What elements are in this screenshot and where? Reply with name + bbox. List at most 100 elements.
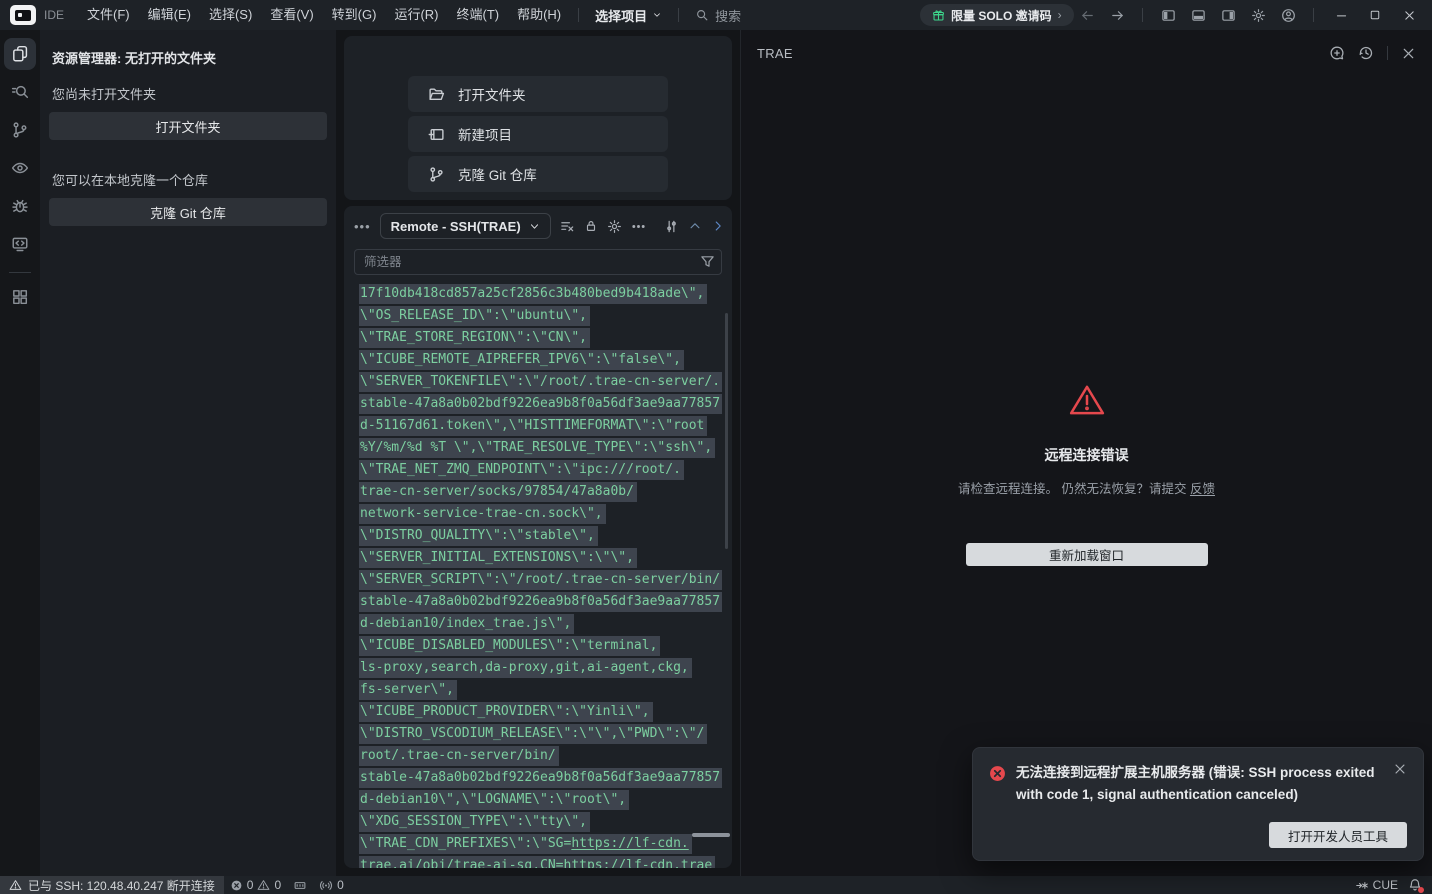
notification-close-button[interactable]	[1393, 762, 1407, 806]
folder-plus-icon	[428, 126, 445, 143]
cue-icon	[1355, 879, 1369, 892]
project-selector[interactable]: 选择项目	[587, 6, 670, 25]
feedback-link[interactable]: 反馈	[1190, 482, 1215, 496]
app-logo[interactable]	[10, 5, 36, 25]
gift-icon	[932, 9, 945, 22]
overflow-menu-icon[interactable]: •••	[354, 219, 371, 234]
collapse-panel-button[interactable]	[688, 216, 702, 236]
account-icon	[1281, 8, 1296, 23]
open-folder-button[interactable]: 打开文件夹	[49, 112, 327, 140]
remote-target-value: Remote - SSH(TRAE)	[391, 219, 521, 234]
clone-repo-button[interactable]: 克隆 Git 仓库	[49, 198, 327, 226]
solo-invite-label: 限量 SOLO 邀请码	[951, 7, 1052, 24]
titlebar-divider	[578, 8, 579, 22]
activity-explorer[interactable]	[4, 38, 36, 70]
eye-icon	[11, 159, 29, 177]
error-description: 请检查远程连接。 仍然无法恢复？请提交 反馈	[958, 478, 1215, 497]
nav-forward-button[interactable]	[1104, 3, 1130, 27]
solo-invite-badge[interactable]: 限量 SOLO 邀请码 ›	[920, 4, 1074, 26]
problems-indicator[interactable]: 0 0	[224, 876, 287, 894]
activity-divider	[9, 272, 31, 273]
activity-debug[interactable]	[4, 190, 36, 222]
arrow-right-icon	[1110, 8, 1125, 23]
menu-select[interactable]: 选择(S)	[200, 4, 261, 26]
titlebar-divider	[678, 8, 679, 22]
terminal-output[interactable]: 17f10db418cd857a25cf2856c3b480bed9b418ad…	[359, 283, 722, 868]
funnel-icon[interactable]	[700, 254, 715, 269]
clear-output-button[interactable]	[560, 216, 575, 236]
menu-help[interactable]: 帮助(H)	[508, 4, 570, 26]
error-circle-icon	[989, 765, 1006, 782]
welcome-open-folder-button[interactable]: 打开文件夹	[408, 76, 668, 112]
reload-window-button[interactable]: 重新加载窗口	[966, 543, 1208, 566]
broadcast-icon	[319, 879, 333, 892]
welcome-new-project-label: 新建项目	[458, 124, 512, 144]
close-icon	[1401, 46, 1416, 61]
trae-header: TRAE	[741, 30, 1432, 76]
more-actions-button[interactable]	[631, 216, 646, 236]
welcome-clone-git-button[interactable]: 克隆 Git 仓库	[408, 156, 668, 192]
remote-target-dropdown[interactable]: Remote - SSH(TRAE)	[380, 213, 551, 239]
activity-preview[interactable]	[4, 152, 36, 184]
toggle-bottom-panel-button[interactable]	[1185, 3, 1211, 27]
expand-right-button[interactable]	[711, 216, 725, 236]
search-label: 搜索	[715, 6, 741, 25]
notifications-bell-button[interactable]	[1408, 878, 1422, 892]
window-close-button[interactable]	[1394, 2, 1424, 28]
account-button[interactable]	[1275, 3, 1301, 27]
layout-bottom-icon	[1191, 8, 1206, 23]
new-chat-button[interactable]	[1329, 45, 1345, 61]
filter-field	[354, 249, 722, 275]
menu-view[interactable]: 查看(V)	[261, 4, 322, 26]
notification-actions: 打开开发人员工具	[989, 822, 1407, 848]
notification-body: 无法连接到远程扩展主机服务器 (错误: SSH process exited w…	[989, 762, 1407, 806]
horizontal-scrollbar[interactable]	[692, 833, 730, 837]
app-window: IDE 文件(F) 编辑(E) 选择(S) 查看(V) 转到(G) 运行(R) …	[0, 0, 1432, 894]
git-branch-icon	[428, 166, 445, 183]
global-search[interactable]: 搜索	[687, 6, 749, 25]
lock-scroll-button[interactable]	[584, 216, 598, 236]
ellipsis-icon	[631, 219, 646, 234]
toggle-right-sidebar-button[interactable]	[1215, 3, 1241, 27]
activity-remote-explorer[interactable]	[4, 228, 36, 260]
settings-button[interactable]	[1245, 3, 1271, 27]
activity-source-control[interactable]	[4, 114, 36, 146]
menu-edit[interactable]: 编辑(E)	[139, 4, 200, 26]
activity-search[interactable]	[4, 76, 36, 108]
filter-input[interactable]	[354, 249, 722, 275]
ports-indicator[interactable]	[287, 876, 313, 894]
menu-terminal[interactable]: 终端(T)	[447, 4, 508, 26]
search-filter-icon	[11, 83, 29, 101]
folder-open-icon	[428, 86, 445, 103]
welcome-new-project-button[interactable]: 新建项目	[408, 116, 668, 152]
ports-icon	[293, 879, 307, 892]
window-minimize-button[interactable]	[1326, 2, 1356, 28]
broadcast-indicator[interactable]: 0	[313, 876, 350, 894]
menu-file[interactable]: 文件(F)	[78, 4, 139, 26]
notification-message: 无法连接到远程扩展主机服务器 (错误: SSH process exited w…	[1016, 762, 1376, 806]
activity-extensions[interactable]	[4, 281, 36, 313]
error-desc-text: 请检查远程连接。 仍然无法恢复？请提交	[958, 482, 1190, 496]
project-selector-label: 选择项目	[595, 6, 647, 25]
trae-close-button[interactable]	[1401, 46, 1416, 61]
titlebar: IDE 文件(F) 编辑(E) 选择(S) 查看(V) 转到(G) 运行(R) …	[0, 0, 1432, 30]
toggle-left-sidebar-button[interactable]	[1155, 3, 1181, 27]
layout-left-icon	[1161, 8, 1176, 23]
output-settings-button[interactable]	[607, 216, 622, 236]
menu-goto[interactable]: 转到(G)	[323, 4, 386, 26]
chat-history-button[interactable]	[1358, 45, 1374, 61]
window-maximize-button[interactable]	[1360, 2, 1390, 28]
nav-back-button[interactable]	[1074, 3, 1100, 27]
notification-badge	[1418, 887, 1424, 893]
sliders-icon	[664, 219, 679, 234]
remote-status-indicator[interactable]: 已与 SSH: 120.48.40.247 断开连接	[0, 876, 224, 894]
error-count: 0	[247, 878, 254, 892]
remote-output-card: ••• Remote - SSH(TRAE) 17f10db418cd857a2…	[344, 206, 732, 868]
menu-run[interactable]: 运行(R)	[385, 4, 447, 26]
filter-settings-button[interactable]	[664, 216, 679, 236]
cue-indicator[interactable]: CUE	[1355, 878, 1398, 892]
open-devtools-button[interactable]: 打开开发人员工具	[1269, 822, 1407, 848]
vertical-scrollbar[interactable]	[725, 313, 728, 549]
activity-bar	[0, 30, 40, 876]
remote-error-block: 远程连接错误 请检查远程连接。 仍然无法恢复？请提交 反馈 重新加载窗口	[741, 383, 1432, 566]
